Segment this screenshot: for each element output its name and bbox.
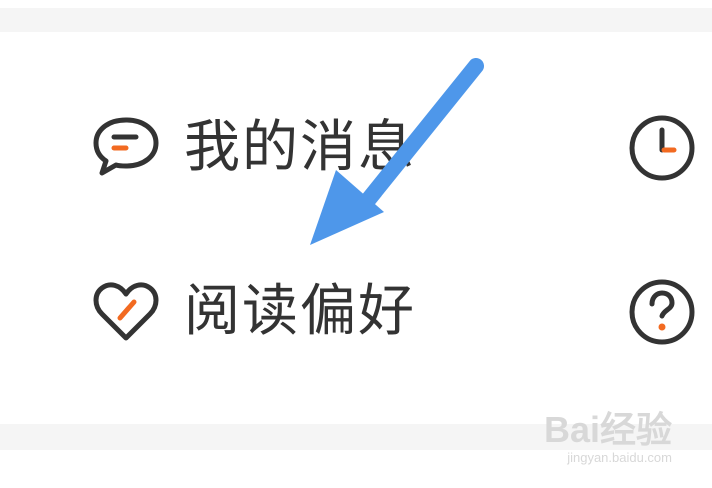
watermark: Bai经验 jingyan.baidu.com [532,412,672,468]
watermark-brand: Bai经验 [543,409,672,450]
chat-bubble-icon [88,110,164,186]
watermark-url: jingyan.baidu.com [567,450,672,465]
heart-icon [88,274,164,350]
annotation-arrow-icon [310,58,484,245]
clock-icon[interactable] [626,112,698,184]
help-icon[interactable] [626,276,698,348]
menu-item-reading-preference[interactable]: 阅读偏好 [88,272,416,352]
section-divider-top [0,8,712,32]
menu-item-label: 阅读偏好 [184,279,416,344]
